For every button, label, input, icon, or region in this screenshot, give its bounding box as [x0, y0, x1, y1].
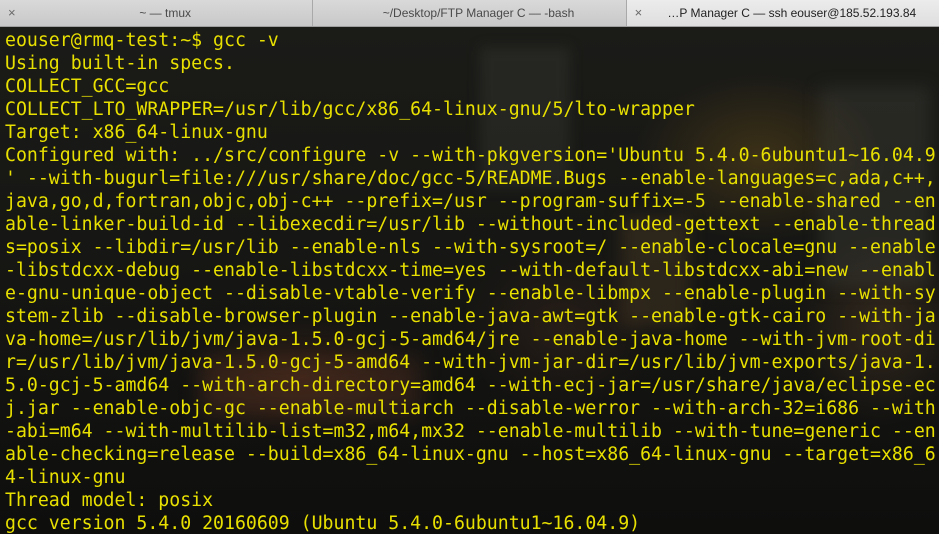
terminal-line: able-checking=release --build=x86_64-lin…: [5, 444, 936, 465]
terminal-line: stem-zlib --disable-browser-plugin --ena…: [5, 306, 936, 327]
terminal-line: r=/usr/lib/jvm/java-1.5.0-gcj-5-amd64 --…: [5, 352, 936, 373]
tab-bash[interactable]: ~/Desktop/FTP Manager C — -bash: [313, 0, 627, 26]
terminal-line: -abi=m64 --with-multilib-list=m32,m64,mx…: [5, 421, 936, 442]
terminal-line: Thread model: posix: [5, 490, 214, 511]
terminal-output[interactable]: eouser@rmq-test:~$ gcc -v Using built-in …: [0, 27, 939, 534]
terminal-line: j.jar --enable-objc-gc --enable-multiarc…: [5, 398, 936, 419]
tab-bar: × ~ — tmux ~/Desktop/FTP Manager C — -ba…: [0, 0, 939, 27]
close-tab-icon[interactable]: ×: [8, 0, 16, 26]
terminal-line: Configured with: ../src/configure -v --w…: [5, 145, 936, 166]
terminal-line: java,go,d,fortran,objc,obj-c++ --prefix=…: [5, 191, 936, 212]
terminal-text: eouser@rmq-test:~$ gcc -v Using built-in …: [5, 29, 936, 534]
terminal-line: s=posix --libdir=/usr/lib --enable-nls -…: [5, 237, 936, 258]
terminal-window: × ~ — tmux ~/Desktop/FTP Manager C — -ba…: [0, 0, 939, 534]
tab-label: …P Manager C — ssh eouser@185.52.193.84: [667, 6, 917, 20]
terminal-line: e-gnu-unique-object --disable-vtable-ver…: [5, 283, 936, 304]
terminal-line: gcc version 5.4.0 20160609 (Ubuntu 5.4.0…: [5, 513, 641, 534]
terminal-line: able-linker-build-id --libexecdir=/usr/l…: [5, 214, 936, 235]
close-tab-icon[interactable]: ×: [635, 0, 643, 26]
tab-label: ~ — tmux: [139, 6, 191, 20]
terminal-line: COLLECT_GCC=gcc: [5, 76, 170, 97]
tab-label: ~/Desktop/FTP Manager C — -bash: [382, 6, 575, 20]
tab-tmux[interactable]: × ~ — tmux: [0, 0, 314, 26]
tab-ssh[interactable]: × …P Manager C — ssh eouser@185.52.193.8…: [626, 0, 939, 26]
terminal-line: va-home=/usr/lib/jvm/java-1.5.0-gcj-5-am…: [5, 329, 936, 350]
terminal-line: eouser@rmq-test:~$ gcc -v: [5, 30, 279, 51]
terminal-line: ' --with-bugurl=file:///usr/share/doc/gc…: [5, 168, 936, 189]
terminal-line: COLLECT_LTO_WRAPPER=/usr/lib/gcc/x86_64-…: [5, 99, 695, 120]
terminal-line: 4-linux-gnu: [5, 467, 126, 488]
terminal-line: -libstdcxx-debug --enable-libstdcxx-time…: [5, 260, 936, 281]
terminal-line: 5.0-gcj-5-amd64 --with-arch-directory=am…: [5, 375, 936, 396]
terminal-line: Using built-in specs.: [5, 53, 235, 74]
terminal-line: Target: x86_64-linux-gnu: [5, 122, 268, 143]
